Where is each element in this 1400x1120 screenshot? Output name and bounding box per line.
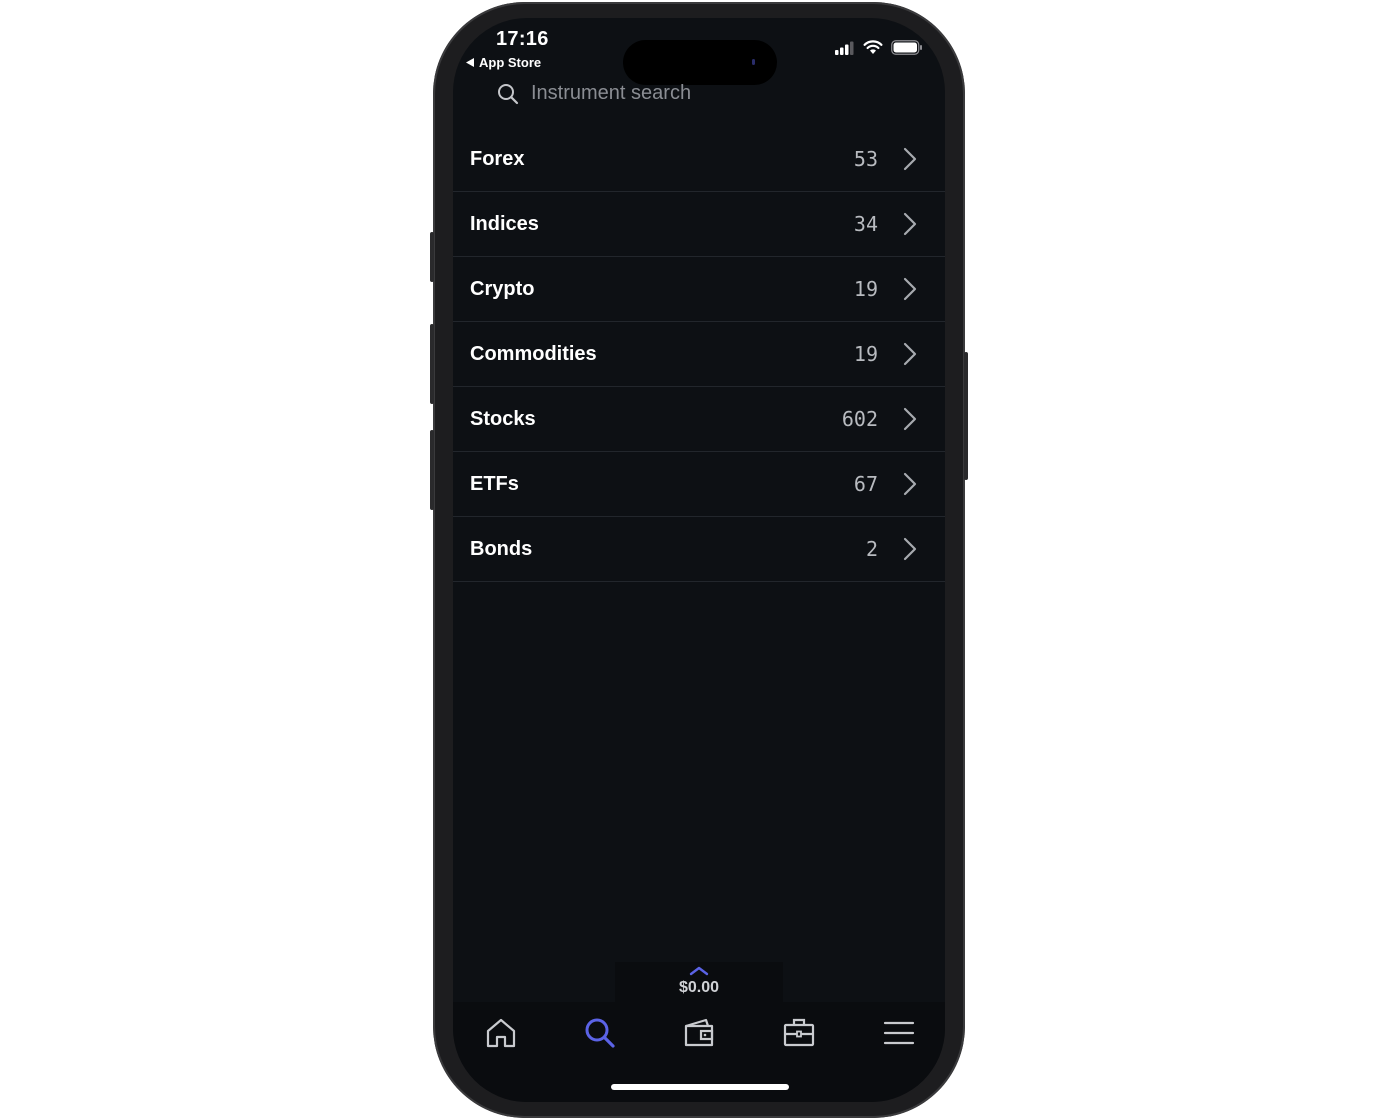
category-row-indices[interactable]: Indices 34	[453, 192, 945, 257]
wallet-icon[interactable]	[682, 1016, 716, 1050]
side-button	[964, 352, 968, 480]
category-row-bonds[interactable]: Bonds 2	[453, 517, 945, 582]
category-count: 34	[853, 212, 878, 236]
search-icon[interactable]	[583, 1016, 617, 1050]
phone-frame: 17:16 App Store Instrument search Forex …	[430, 2, 968, 1118]
category-label: Forex	[470, 147, 525, 170]
search-icon	[498, 83, 519, 104]
chevron-right-icon	[903, 342, 917, 366]
chevron-right-icon	[903, 537, 917, 561]
category-label: Commodities	[470, 342, 597, 365]
category-count: 602	[841, 407, 878, 431]
dynamic-island	[623, 40, 777, 85]
briefcase-icon[interactable]	[782, 1016, 816, 1050]
category-row-etfs[interactable]: ETFs 67	[453, 452, 945, 517]
instrument-search[interactable]: Instrument search	[497, 82, 691, 105]
chevron-right-icon	[903, 212, 917, 236]
category-row-commodities[interactable]: Commodities 19	[453, 322, 945, 387]
volume-down-button	[430, 430, 434, 510]
category-count: 19	[853, 342, 878, 366]
category-label: Crypto	[470, 277, 535, 300]
back-label: App Store	[479, 55, 542, 70]
action-button	[430, 232, 434, 282]
menu-icon[interactable]	[882, 1016, 916, 1050]
chevron-right-icon	[903, 277, 917, 301]
wifi-icon	[863, 40, 883, 54]
category-count: 67	[853, 472, 878, 496]
back-arrow-icon	[466, 58, 474, 67]
balance-drawer-handle[interactable]: $0.00	[615, 962, 783, 1004]
category-count: 19	[853, 277, 878, 301]
category-row-forex[interactable]: Forex 53	[453, 127, 945, 192]
category-label: Indices	[470, 212, 539, 235]
home-indicator[interactable]	[611, 1084, 789, 1090]
chevron-up-icon	[689, 966, 709, 976]
category-row-crypto[interactable]: Crypto 19	[453, 257, 945, 322]
category-label: Stocks	[470, 407, 536, 430]
camera-indicator	[752, 59, 755, 65]
chevron-right-icon	[903, 407, 917, 431]
back-to-app-store[interactable]: App Store	[466, 55, 541, 70]
chevron-right-icon	[903, 147, 917, 171]
app-screen: 17:16 App Store Instrument search Forex …	[453, 18, 945, 1102]
category-count: 53	[853, 147, 878, 171]
category-list: Forex 53 Indices 34 Crypto 19 Commoditie…	[453, 127, 945, 582]
category-label: ETFs	[470, 472, 519, 495]
status-icons	[835, 40, 923, 55]
battery-icon	[891, 40, 922, 55]
volume-up-button	[430, 324, 434, 404]
cellular-signal-icon	[835, 41, 854, 55]
status-time: 17:16	[496, 28, 549, 50]
category-count: 2	[865, 537, 878, 561]
chevron-right-icon	[903, 472, 917, 496]
category-row-stocks[interactable]: Stocks 602	[453, 387, 945, 452]
home-icon[interactable]	[484, 1016, 518, 1050]
category-label: Bonds	[470, 537, 533, 560]
account-balance: $0.00	[678, 979, 720, 996]
search-placeholder: Instrument search	[531, 82, 692, 104]
